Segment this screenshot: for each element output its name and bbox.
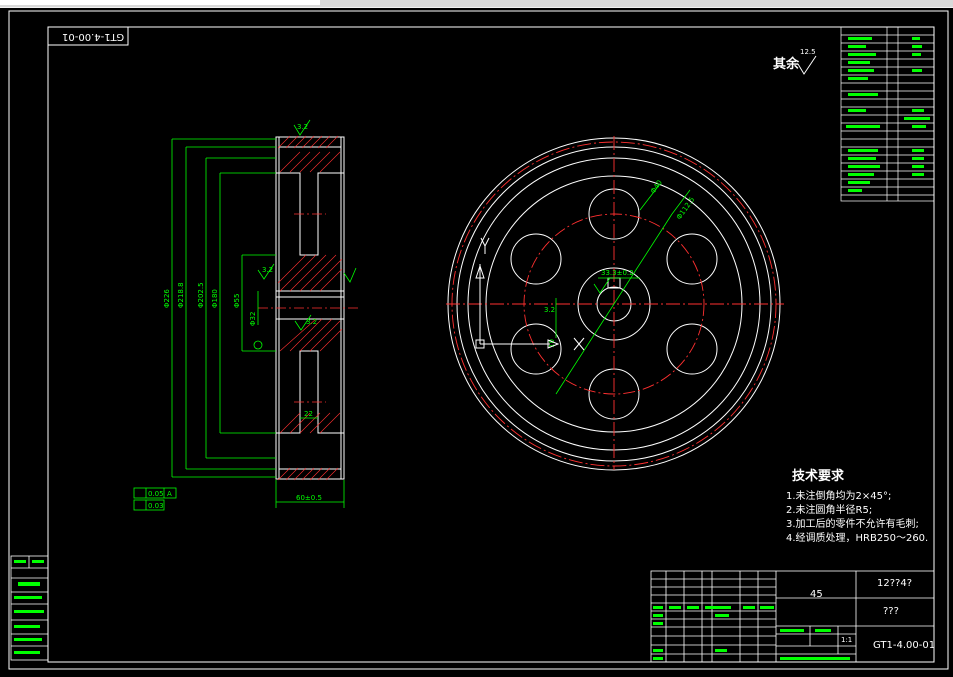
material-value: 45 [810, 589, 823, 600]
tech-requirement-4: 4.经调质处理，HRB250～260. [786, 533, 929, 544]
surface-finish-value: 12.5 [800, 48, 816, 56]
drawing-code-top: GT1-4.00-01 [62, 31, 125, 42]
rough-2: 3.2 [262, 266, 273, 274]
dim-d55: Φ55 [233, 294, 241, 308]
tech-requirements-title: 技术要求 [792, 469, 845, 484]
cad-drawing-canvas[interactable]: Φ226 Φ218.8 Φ202.5 Φ180 Φ55 Φ32 60±0.5 3… [0, 8, 953, 673]
parameter-table-glyphs [846, 37, 930, 192]
gdt-datum: A [167, 490, 172, 498]
dim-pcd: Φ112.5 [675, 196, 696, 222]
dim-keyway: 33.3±0.2 [601, 269, 634, 277]
gdt-runout: 0.05 [148, 490, 164, 498]
ucs-icon [475, 237, 585, 351]
rough-1: 3.2 [297, 123, 308, 131]
title-code-right: 12??4? [877, 578, 913, 589]
side-view-centerlines [258, 213, 360, 403]
dim-d32: Φ32 [249, 312, 257, 326]
revision-block-glyphs [14, 560, 44, 654]
rough-front: 3.2 [544, 306, 555, 314]
drawing-svg: Φ226 Φ218.8 Φ202.5 Φ180 Φ55 Φ32 60±0.5 3… [8, 10, 949, 670]
tech-requirement-2: 2.未注圆角半径R5; [786, 505, 873, 516]
window-title-strip [0, 0, 320, 5]
tech-requirement-3: 3.加工后的零件不允许有毛刺; [786, 519, 919, 530]
dim-22: 22 [304, 410, 313, 418]
front-view-dim-text: Φ40 Φ112.5 33.3±0.2 3.2 10 [544, 179, 696, 348]
tech-requirement-1: 1.未注倒角均为2×45°; [786, 491, 892, 502]
title-name-right: ??? [883, 606, 899, 617]
lightening-hole-2 [666, 233, 718, 285]
dim-d226: Φ226 [163, 289, 171, 308]
dim-width: 60±0.5 [296, 494, 322, 502]
dim-d218: Φ218.8 [177, 282, 185, 308]
rough-3: 3.2 [306, 318, 317, 326]
side-view-dimensions [133, 119, 357, 511]
window-top-bar [0, 0, 953, 8]
side-view-dim-text: Φ226 Φ218.8 Φ202.5 Φ180 Φ55 Φ32 60±0.5 3… [148, 123, 322, 510]
surface-finish-label: 其余 [773, 57, 800, 72]
title-block-glyphs [653, 606, 850, 660]
scale-value: 1:1 [841, 636, 853, 644]
revision-block [10, 555, 49, 661]
drawing-number: GT1-4.00-01 [873, 640, 936, 651]
dim-d180: Φ180 [211, 289, 219, 308]
dim-d202: Φ202.5 [197, 282, 205, 308]
gdt-flatness: 0.03 [148, 502, 164, 510]
roughness-symbol [797, 55, 817, 75]
